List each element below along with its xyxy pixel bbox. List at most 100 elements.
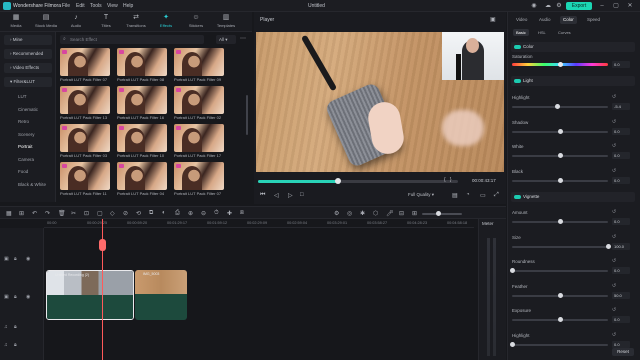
close-icon[interactable]: ✕ bbox=[626, 2, 634, 10]
light-toggle[interactable] bbox=[514, 79, 521, 83]
exposure-slider[interactable] bbox=[512, 317, 608, 322]
account-icon[interactable]: ◉ bbox=[530, 2, 538, 10]
tab-titles[interactable]: T Titles bbox=[94, 14, 118, 31]
video-preview[interactable] bbox=[256, 32, 504, 172]
shadow-value[interactable]: 0.0 bbox=[612, 127, 630, 135]
playhead-handle[interactable] bbox=[99, 239, 106, 251]
black-value[interactable]: 0.0 bbox=[612, 176, 630, 184]
size-slider[interactable] bbox=[512, 243, 611, 249]
slider-handle[interactable] bbox=[509, 341, 515, 347]
feather-value[interactable]: 50.0 bbox=[612, 291, 630, 299]
tab-speed[interactable]: Speed bbox=[584, 16, 603, 24]
copy-icon[interactable]: ⧉ bbox=[149, 210, 153, 217]
maximize-icon[interactable]: ▢ bbox=[612, 2, 620, 10]
crop-icon[interactable]: ⊡ bbox=[84, 210, 89, 217]
saturation-handle[interactable] bbox=[557, 62, 563, 67]
search-input[interactable]: ⌕ Search Effect bbox=[60, 35, 204, 44]
slider-handle[interactable] bbox=[557, 128, 563, 134]
reset-icon[interactable]: ↺ bbox=[612, 258, 616, 264]
slider-handle[interactable] bbox=[557, 317, 563, 322]
split-icon[interactable]: ✂ bbox=[71, 210, 76, 217]
rewind-icon[interactable]: ◁ bbox=[274, 192, 279, 199]
playback-progress[interactable] bbox=[258, 178, 458, 184]
black-slider[interactable] bbox=[512, 177, 608, 183]
slider-handle[interactable] bbox=[557, 292, 563, 298]
effect-item[interactable]: Portrait LUT Pack Filter 02 bbox=[174, 86, 224, 121]
menu-help[interactable]: Help bbox=[123, 3, 133, 9]
effect-item[interactable]: Portrait LUT Pack Filter 03 bbox=[60, 124, 110, 159]
effect-item[interactable]: Portrait LUT Pack Filter 17 bbox=[174, 124, 224, 159]
shadow-slider[interactable] bbox=[512, 128, 608, 134]
rotate-icon[interactable]: ⟲ bbox=[136, 210, 141, 217]
quality-dropdown[interactable]: Full Quality ▾ bbox=[408, 192, 434, 198]
highlight-value[interactable]: 0.0 bbox=[612, 340, 630, 348]
color-icon[interactable]: ◐ bbox=[162, 210, 166, 216]
size-value[interactable]: 100.0 bbox=[612, 242, 630, 250]
eye-icon[interactable]: ◉ bbox=[26, 294, 30, 300]
effect-item[interactable]: Portrait LUT Pack Filter 07 bbox=[60, 48, 110, 83]
fullscreen-icon[interactable]: ⤢ bbox=[494, 192, 499, 199]
tab-stock-media[interactable]: ▤ Stock Media bbox=[34, 14, 58, 31]
undo-icon[interactable]: ↶ bbox=[32, 210, 37, 217]
category-video-effects[interactable]: › Video Effects bbox=[4, 63, 52, 73]
color-section[interactable]: Color bbox=[511, 42, 635, 52]
menu-file[interactable]: File bbox=[62, 3, 70, 9]
tab-audio[interactable]: Audio bbox=[536, 16, 554, 24]
effect-item[interactable]: Portrait LUT Pack Filter 08 bbox=[117, 48, 167, 83]
redo-icon[interactable]: ↷ bbox=[45, 210, 50, 217]
feather-slider[interactable] bbox=[512, 292, 608, 298]
menu-view[interactable]: View bbox=[107, 3, 118, 9]
add-icon[interactable]: ✚ bbox=[227, 210, 232, 217]
display-icon[interactable]: ▭ bbox=[480, 192, 486, 199]
zoom-slider[interactable] bbox=[422, 211, 462, 216]
category-cinematic[interactable]: Cinematic bbox=[4, 105, 52, 115]
exposure-value[interactable]: 0.0 bbox=[612, 316, 630, 323]
eye-icon[interactable]: ◉ bbox=[26, 256, 30, 262]
category-portrait[interactable]: Portrait bbox=[4, 142, 52, 152]
saturation-value[interactable]: 0.0 bbox=[612, 61, 630, 68]
menu-edit[interactable]: Edit bbox=[76, 3, 85, 9]
slider-handle[interactable] bbox=[509, 268, 515, 273]
lock-icon[interactable]: 🔒︎ bbox=[14, 324, 17, 330]
slider-handle[interactable] bbox=[557, 219, 563, 224]
tab-effects[interactable]: ✦ Effects bbox=[154, 14, 178, 31]
category-camera[interactable]: Camera bbox=[4, 155, 52, 165]
effects-scrollbar[interactable] bbox=[246, 95, 248, 135]
lock-icon[interactable]: 🔒︎ bbox=[14, 294, 17, 300]
settings-icon[interactable]: ⚙ bbox=[555, 2, 563, 10]
timeline-right-tool-icon[interactable]: ✱ bbox=[360, 210, 365, 217]
vignette-section[interactable]: Vignette bbox=[511, 192, 635, 202]
previous-frame-icon[interactable]: ⏮ bbox=[260, 192, 265, 199]
tab-video[interactable]: Video bbox=[513, 16, 530, 24]
highlight-slider[interactable] bbox=[509, 341, 608, 347]
tab-audio[interactable]: ♪ Audio bbox=[64, 14, 88, 31]
effect-item[interactable]: Portrait LUT Pack Filter 07 bbox=[174, 162, 224, 197]
zoom-slider-handle[interactable] bbox=[436, 211, 441, 216]
timeline-right-tool-icon[interactable]: ⊞ bbox=[412, 210, 417, 217]
speed-icon[interactable]: ⏱ bbox=[214, 210, 219, 217]
snapshot-icon[interactable]: ▤ bbox=[452, 192, 458, 199]
grid-icon[interactable]: ⊞ bbox=[19, 210, 24, 217]
reset-icon[interactable]: ↺ bbox=[612, 143, 616, 149]
minimize-icon[interactable]: – bbox=[598, 2, 606, 10]
white-value[interactable]: 0.0 bbox=[612, 152, 630, 159]
amount-value[interactable]: 0.0 bbox=[612, 218, 630, 225]
picture-in-picture-overlay[interactable] bbox=[442, 32, 504, 80]
tab-stickers[interactable]: ☺ Stickers bbox=[184, 14, 208, 31]
picture-icon[interactable]: ▣ bbox=[490, 16, 496, 23]
effect-item[interactable]: Portrait LUT Pack Filter 04 bbox=[117, 162, 167, 197]
subtab-curves[interactable]: Curves bbox=[555, 29, 574, 36]
play-icon[interactable]: ▷ bbox=[288, 192, 293, 199]
reset-icon[interactable]: ↺ bbox=[612, 209, 616, 215]
tab-transitions[interactable]: ⇄ Transitions bbox=[124, 14, 148, 31]
keyframe-icon[interactable]: ◇ bbox=[110, 210, 115, 217]
audio-icon[interactable]: ◔ bbox=[466, 192, 470, 198]
reset-icon[interactable]: ↺ bbox=[612, 94, 616, 100]
amount-slider[interactable] bbox=[512, 219, 608, 224]
video-clip[interactable]: Untitled Recording (2) bbox=[46, 270, 134, 320]
effect-item[interactable]: Portrait LUT Pack Filter 09 bbox=[174, 48, 224, 83]
slider-handle[interactable] bbox=[605, 243, 611, 249]
category-filter-lut[interactable]: ▾ Filter&LUT bbox=[4, 77, 52, 87]
stop-icon[interactable]: □ bbox=[300, 192, 304, 198]
reset-icon[interactable]: ↺ bbox=[612, 168, 616, 174]
